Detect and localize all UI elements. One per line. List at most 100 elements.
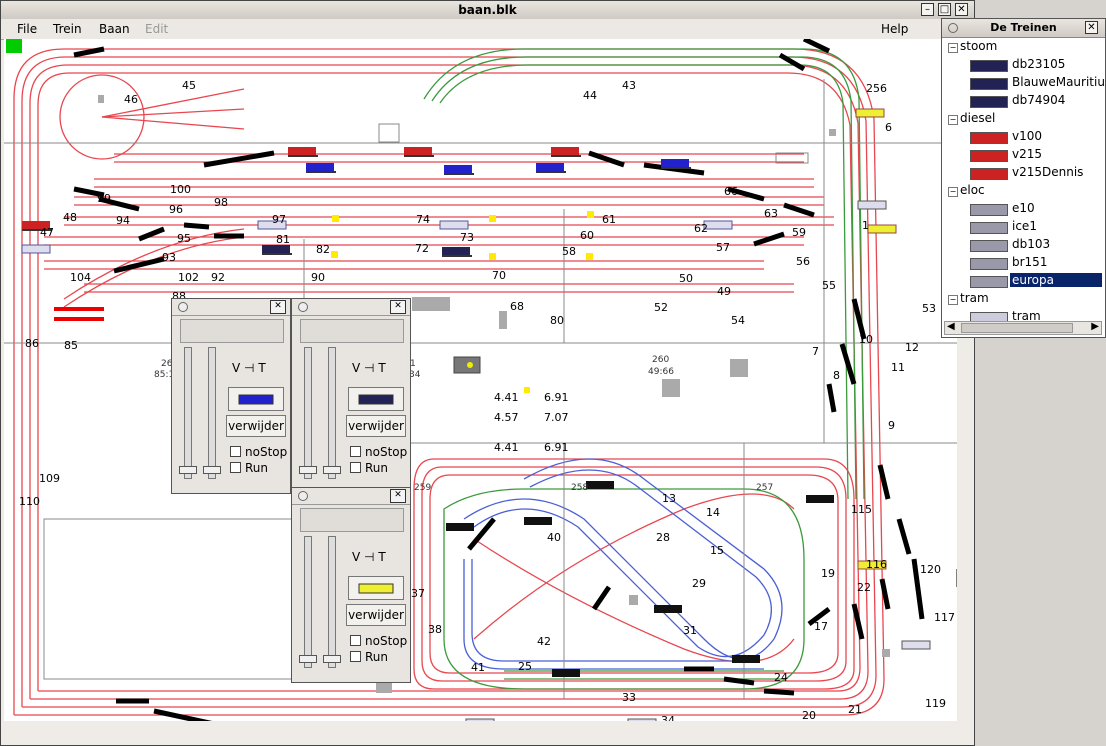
direction-slider[interactable] <box>323 347 341 479</box>
window-menu-icon[interactable] <box>948 23 958 33</box>
loco-icon-eloc[interactable] <box>626 715 660 721</box>
tree-group-diesel[interactable]: diesel <box>960 111 995 125</box>
track-label: 37 <box>411 587 425 600</box>
loco-icon-steam[interactable] <box>730 651 764 667</box>
loco-icon-tram[interactable] <box>854 105 888 121</box>
direction-toggle[interactable]: V ⊣ T <box>352 550 386 564</box>
loco-icon-blue-eloc[interactable] <box>442 161 476 177</box>
collapse-icon[interactable]: − <box>948 295 958 305</box>
tree-item-BlauweMauritius[interactable]: BlauweMauritius <box>1010 75 1106 89</box>
window-menu-icon[interactable] <box>298 302 308 312</box>
trains-close-button[interactable]: ✕ <box>1085 21 1098 34</box>
tree-group-tram[interactable]: tram <box>960 291 989 305</box>
loco-icon-blue-eloc[interactable] <box>659 155 693 171</box>
main-titlebar[interactable]: baan.blk – □ ✕ <box>1 1 974 20</box>
tree-item-v215[interactable]: v215 <box>1010 147 1044 161</box>
loco-icon-steam[interactable] <box>550 665 584 681</box>
scroll-right-icon[interactable]: ▶ <box>1091 321 1099 332</box>
controller-close-button[interactable]: ✕ <box>390 300 406 314</box>
loco-icon-red-diesel[interactable] <box>402 143 436 159</box>
loco-icon-red-diesel[interactable] <box>286 143 320 159</box>
tree-item-db103[interactable]: db103 <box>1010 237 1052 251</box>
menu-edit[interactable]: Edit <box>145 22 168 36</box>
block-label: 257 <box>756 483 774 493</box>
remove-button[interactable]: verwijder <box>346 415 406 437</box>
direction-slider[interactable] <box>203 347 221 479</box>
loco-image-button[interactable] <box>228 387 284 411</box>
loco-icon-steam[interactable] <box>652 601 686 617</box>
direction-toggle[interactable]: V ⊣ T <box>352 361 386 375</box>
controller-name-field[interactable] <box>180 319 284 343</box>
run-checkbox[interactable]: Run <box>230 461 268 475</box>
scroll-thumb[interactable] <box>961 323 1073 333</box>
close-button[interactable]: ✕ <box>955 3 968 16</box>
speed-slider[interactable] <box>299 347 317 479</box>
nostop-label: noStop <box>365 445 408 459</box>
controller-titlebar[interactable]: ✕ <box>292 488 410 505</box>
window-menu-icon[interactable] <box>298 491 308 501</box>
collapse-icon[interactable]: − <box>948 43 958 53</box>
remove-button[interactable]: verwijder <box>226 415 286 437</box>
controller-name-field[interactable] <box>300 508 404 532</box>
loco-icon-steam[interactable] <box>444 519 478 535</box>
loco-icon-blue-eloc[interactable] <box>534 159 568 175</box>
track-label: 109 <box>39 472 60 485</box>
tree-item-e10[interactable]: e10 <box>1010 201 1037 215</box>
loco-icon-tram[interactable] <box>866 221 900 237</box>
loco-icon-eloc[interactable] <box>900 637 934 653</box>
tree-item-europa[interactable]: europa <box>1010 273 1102 287</box>
loco-icon-blue-eloc[interactable] <box>304 159 338 175</box>
tree-item-db23105[interactable]: db23105 <box>1010 57 1067 71</box>
menu-help[interactable]: Help <box>881 22 908 36</box>
run-checkbox[interactable]: Run <box>350 650 388 664</box>
controller-close-button[interactable]: ✕ <box>270 300 286 314</box>
scroll-left-icon[interactable]: ◀ <box>947 321 955 332</box>
collapse-icon[interactable]: − <box>948 115 958 125</box>
tree-group-stoom[interactable]: stoom <box>960 39 997 53</box>
nostop-checkbox[interactable]: noStop <box>350 634 407 648</box>
loco-icon-steam[interactable] <box>522 513 556 529</box>
minimize-button[interactable]: – <box>921 3 934 16</box>
collapse-icon[interactable]: − <box>948 187 958 197</box>
menu-trein[interactable]: Trein <box>53 22 82 36</box>
controller-titlebar[interactable]: ✕ <box>172 299 290 316</box>
nostop-checkbox[interactable]: noStop <box>350 445 407 459</box>
window-menu-icon[interactable] <box>178 302 188 312</box>
direction-slider[interactable] <box>323 536 341 668</box>
tree-item-db74904[interactable]: db74904 <box>1010 93 1067 107</box>
remove-button[interactable]: verwijder <box>346 604 406 626</box>
run-checkbox[interactable]: Run <box>350 461 388 475</box>
controller-close-button[interactable]: ✕ <box>390 489 406 503</box>
loco-icon-ice[interactable] <box>20 241 54 257</box>
horizontal-scrollbar[interactable]: ◀ ▶ <box>944 321 1102 335</box>
loco-icon-steam[interactable] <box>440 243 474 259</box>
track-layout-canvas[interactable]: 45 46 43 44 256 6 100 99 98 96 66 48 94 97 74 61 63 47 95 8… <box>4 39 957 721</box>
loco-image-button[interactable] <box>348 576 404 600</box>
menu-baan[interactable]: Baan <box>99 22 130 36</box>
controller-titlebar[interactable]: ✕ <box>292 299 410 316</box>
track-layout-drawing[interactable] <box>4 39 957 721</box>
tree-item-v215Dennis[interactable]: v215Dennis <box>1010 165 1085 179</box>
speed-slider[interactable] <box>179 347 197 479</box>
loco-icon-steam[interactable] <box>584 477 618 493</box>
trains-window-titlebar[interactable]: De Treinen ✕ <box>942 19 1105 38</box>
loco-icon-red-diesel[interactable] <box>549 143 583 159</box>
tree-item-v100[interactable]: v100 <box>1010 129 1044 143</box>
maximize-button[interactable]: □ <box>938 3 951 16</box>
track-label: 33 <box>622 691 636 704</box>
nostop-checkbox[interactable]: noStop <box>230 445 287 459</box>
track-label: 66 <box>724 185 738 198</box>
run-label: Run <box>365 650 389 664</box>
track-label: 12 <box>905 341 919 354</box>
menu-file[interactable]: File <box>17 22 37 36</box>
loco-icon-steam[interactable] <box>804 491 838 507</box>
loco-icon-eloc[interactable] <box>464 715 498 721</box>
tree-item-br151[interactable]: br151 <box>1010 255 1049 269</box>
tree-item-ice1[interactable]: ice1 <box>1010 219 1039 233</box>
direction-toggle[interactable]: V ⊣ T <box>232 361 266 375</box>
speed-slider[interactable] <box>299 536 317 668</box>
controller-name-field[interactable] <box>300 319 404 343</box>
loco-image-button[interactable] <box>348 387 404 411</box>
loco-icon-eloc[interactable] <box>856 197 890 213</box>
tree-group-eloc[interactable]: eloc <box>960 183 985 197</box>
